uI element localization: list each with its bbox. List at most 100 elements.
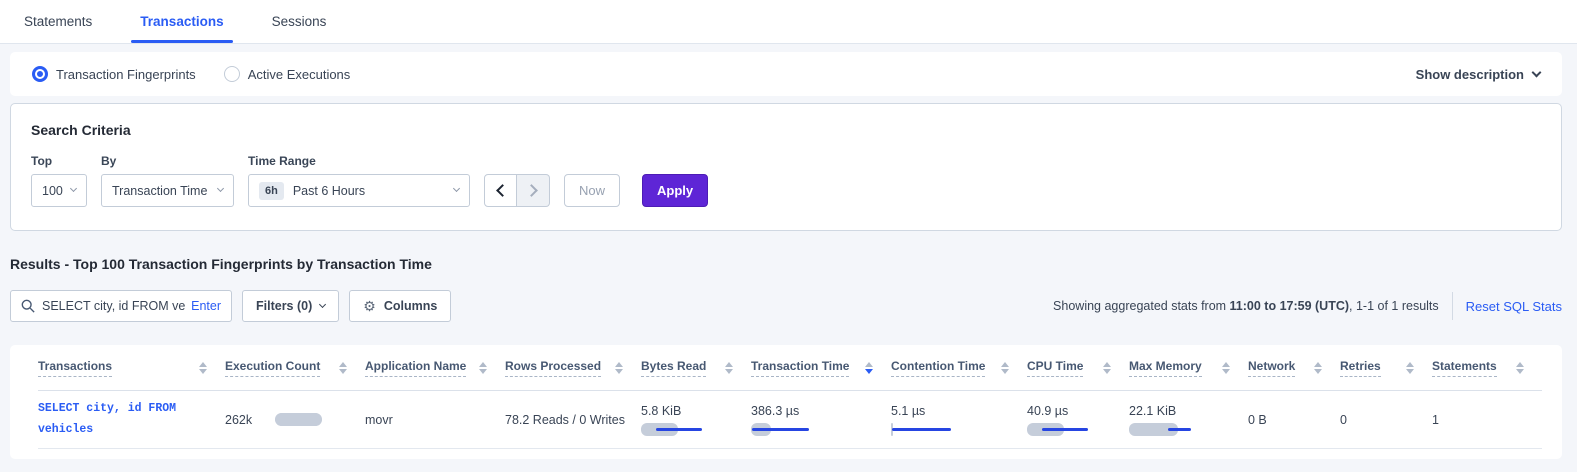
- radio-icon[interactable]: [32, 66, 48, 82]
- tab-transactions[interactable]: Transactions: [140, 0, 223, 43]
- cpu-time-bar: [1027, 423, 1092, 436]
- apply-button[interactable]: Apply: [642, 174, 708, 207]
- cell-transaction-time: 386.3 µs: [751, 404, 891, 436]
- by-field: By Transaction Time: [101, 154, 234, 207]
- chevron-left-icon: [496, 184, 509, 197]
- column-header-application-name[interactable]: Application Name: [365, 359, 505, 377]
- bytes-read-value: 5.8 KiB: [641, 404, 751, 418]
- table-header-row: Transactions Execution Count Application…: [38, 345, 1542, 391]
- sort-icon[interactable]: [1222, 362, 1230, 374]
- columns-button-label: Columns: [384, 299, 437, 313]
- table-row: SELECT city, id FROM vehicles 262k movr …: [38, 391, 1542, 449]
- sort-icon[interactable]: [1516, 362, 1524, 374]
- cell-execution-count: 262k: [225, 413, 365, 427]
- column-header-execution-count[interactable]: Execution Count: [225, 359, 365, 377]
- now-button[interactable]: Now: [564, 174, 620, 207]
- time-range-badge: 6h: [259, 182, 284, 200]
- vertical-divider: [1452, 292, 1453, 320]
- column-header-transaction-time[interactable]: Transaction Time: [751, 359, 891, 377]
- chevron-down-icon: [1532, 67, 1542, 77]
- contention-time-bar: [891, 423, 956, 436]
- top-select[interactable]: 100: [31, 174, 87, 207]
- bytes-read-bar: [641, 423, 706, 436]
- search-input[interactable]: SELECT city, id FROM vehicles W Enter: [10, 290, 232, 322]
- tab-sessions-label: Sessions: [272, 14, 327, 29]
- sort-icon[interactable]: [1314, 362, 1322, 374]
- column-header-network[interactable]: Network: [1248, 359, 1340, 377]
- by-select[interactable]: Transaction Time: [101, 174, 234, 207]
- transaction-fingerprint-link[interactable]: SELECT city, id FROM vehicles: [38, 399, 225, 439]
- search-criteria-title: Search Criteria: [31, 122, 1541, 138]
- transaction-time-value: 386.3 µs: [751, 404, 891, 418]
- cpu-time-value: 40.9 µs: [1027, 404, 1129, 418]
- column-header-bytes-read[interactable]: Bytes Read: [641, 359, 751, 377]
- results-toolbar: SELECT city, id FROM vehicles W Enter Fi…: [10, 290, 1562, 322]
- sort-icon[interactable]: [1406, 362, 1414, 374]
- sort-icon[interactable]: [725, 362, 733, 374]
- contention-time-value: 5.1 µs: [891, 404, 1027, 418]
- search-criteria-card: Search Criteria Top 100 By Transaction T…: [10, 103, 1562, 231]
- radio-icon[interactable]: [224, 66, 240, 82]
- cell-retries: 0: [1340, 413, 1432, 427]
- cell-application-name: movr: [365, 413, 505, 427]
- filters-button[interactable]: Filters (0): [242, 290, 339, 322]
- time-range-field: Time Range 6h Past 6 Hours: [248, 154, 470, 207]
- sort-icon[interactable]: [1001, 362, 1009, 374]
- cell-cpu-time: 40.9 µs: [1027, 404, 1129, 436]
- time-range-select[interactable]: 6h Past 6 Hours: [248, 174, 470, 207]
- cell-rows-processed: 78.2 Reads / 0 Writes: [505, 413, 641, 427]
- column-header-contention-time[interactable]: Contention Time: [891, 359, 1027, 377]
- chevron-right-icon: [525, 184, 538, 197]
- tab-sessions[interactable]: Sessions: [272, 0, 327, 43]
- max-memory-value: 22.1 KiB: [1129, 404, 1248, 418]
- column-header-rows-processed[interactable]: Rows Processed: [505, 359, 641, 377]
- execution-count-bar: [275, 413, 322, 426]
- top-label: Top: [31, 154, 87, 168]
- sort-icon[interactable]: [615, 362, 623, 374]
- filters-button-label: Filters (0): [256, 299, 312, 313]
- radio-active-executions[interactable]: Active Executions: [224, 66, 351, 82]
- sort-icon[interactable]: [479, 362, 487, 374]
- radio-active-executions-label: Active Executions: [248, 67, 351, 82]
- previous-time-window-button[interactable]: [484, 174, 517, 207]
- by-label: By: [101, 154, 234, 168]
- chevron-down-icon: [70, 185, 77, 192]
- aggregated-stats-text: Showing aggregated stats from 11:00 to 1…: [1053, 299, 1439, 313]
- reset-sql-stats-link[interactable]: Reset SQL Stats: [1466, 299, 1562, 314]
- tab-statements-label: Statements: [24, 14, 92, 29]
- column-header-cpu-time[interactable]: CPU Time: [1027, 359, 1129, 377]
- time-range-label: Time Range: [248, 154, 470, 168]
- columns-button[interactable]: ⚙ Columns: [349, 290, 451, 322]
- column-header-retries[interactable]: Retries: [1340, 359, 1432, 377]
- sort-icon[interactable]: [339, 362, 347, 374]
- tab-statements[interactable]: Statements: [24, 0, 92, 43]
- sort-icon[interactable]: [865, 362, 873, 374]
- results-title: Results - Top 100 Transaction Fingerprin…: [10, 256, 1577, 272]
- gear-icon: ⚙: [363, 299, 376, 313]
- transactions-table: Transactions Execution Count Application…: [10, 345, 1562, 459]
- radio-transaction-fingerprints[interactable]: Transaction Fingerprints: [32, 66, 196, 82]
- tab-bar: Statements Transactions Sessions: [0, 0, 1577, 44]
- column-header-transactions[interactable]: Transactions: [38, 359, 225, 377]
- column-header-max-memory[interactable]: Max Memory: [1129, 359, 1248, 377]
- transactions-page: Statements Transactions Sessions Transac…: [0, 0, 1577, 472]
- view-mode-card: Transaction Fingerprints Active Executio…: [10, 52, 1562, 96]
- show-description-label: Show description: [1416, 67, 1524, 82]
- time-range-value: Past 6 Hours: [293, 184, 365, 198]
- chevron-down-icon: [453, 185, 460, 192]
- transaction-time-bar: [751, 423, 816, 436]
- next-time-window-button[interactable]: [517, 174, 550, 207]
- column-header-statements[interactable]: Statements: [1432, 359, 1542, 377]
- sort-icon[interactable]: [1103, 362, 1111, 374]
- chevron-down-icon: [319, 300, 326, 307]
- tab-transactions-label: Transactions: [140, 14, 223, 29]
- show-description-toggle[interactable]: Show description: [1416, 67, 1540, 82]
- search-criteria-controls: Top 100 By Transaction Time Time Range 6…: [31, 154, 1541, 207]
- top-select-value: 100: [42, 184, 63, 198]
- sort-icon[interactable]: [199, 362, 207, 374]
- search-enter-button[interactable]: Enter: [191, 299, 221, 313]
- cell-transaction-query: SELECT city, id FROM vehicles: [38, 399, 225, 439]
- stats-period: 11:00 to 17:59 (UTC): [1230, 299, 1349, 313]
- top-field: Top 100: [31, 154, 87, 207]
- cell-contention-time: 5.1 µs: [891, 404, 1027, 436]
